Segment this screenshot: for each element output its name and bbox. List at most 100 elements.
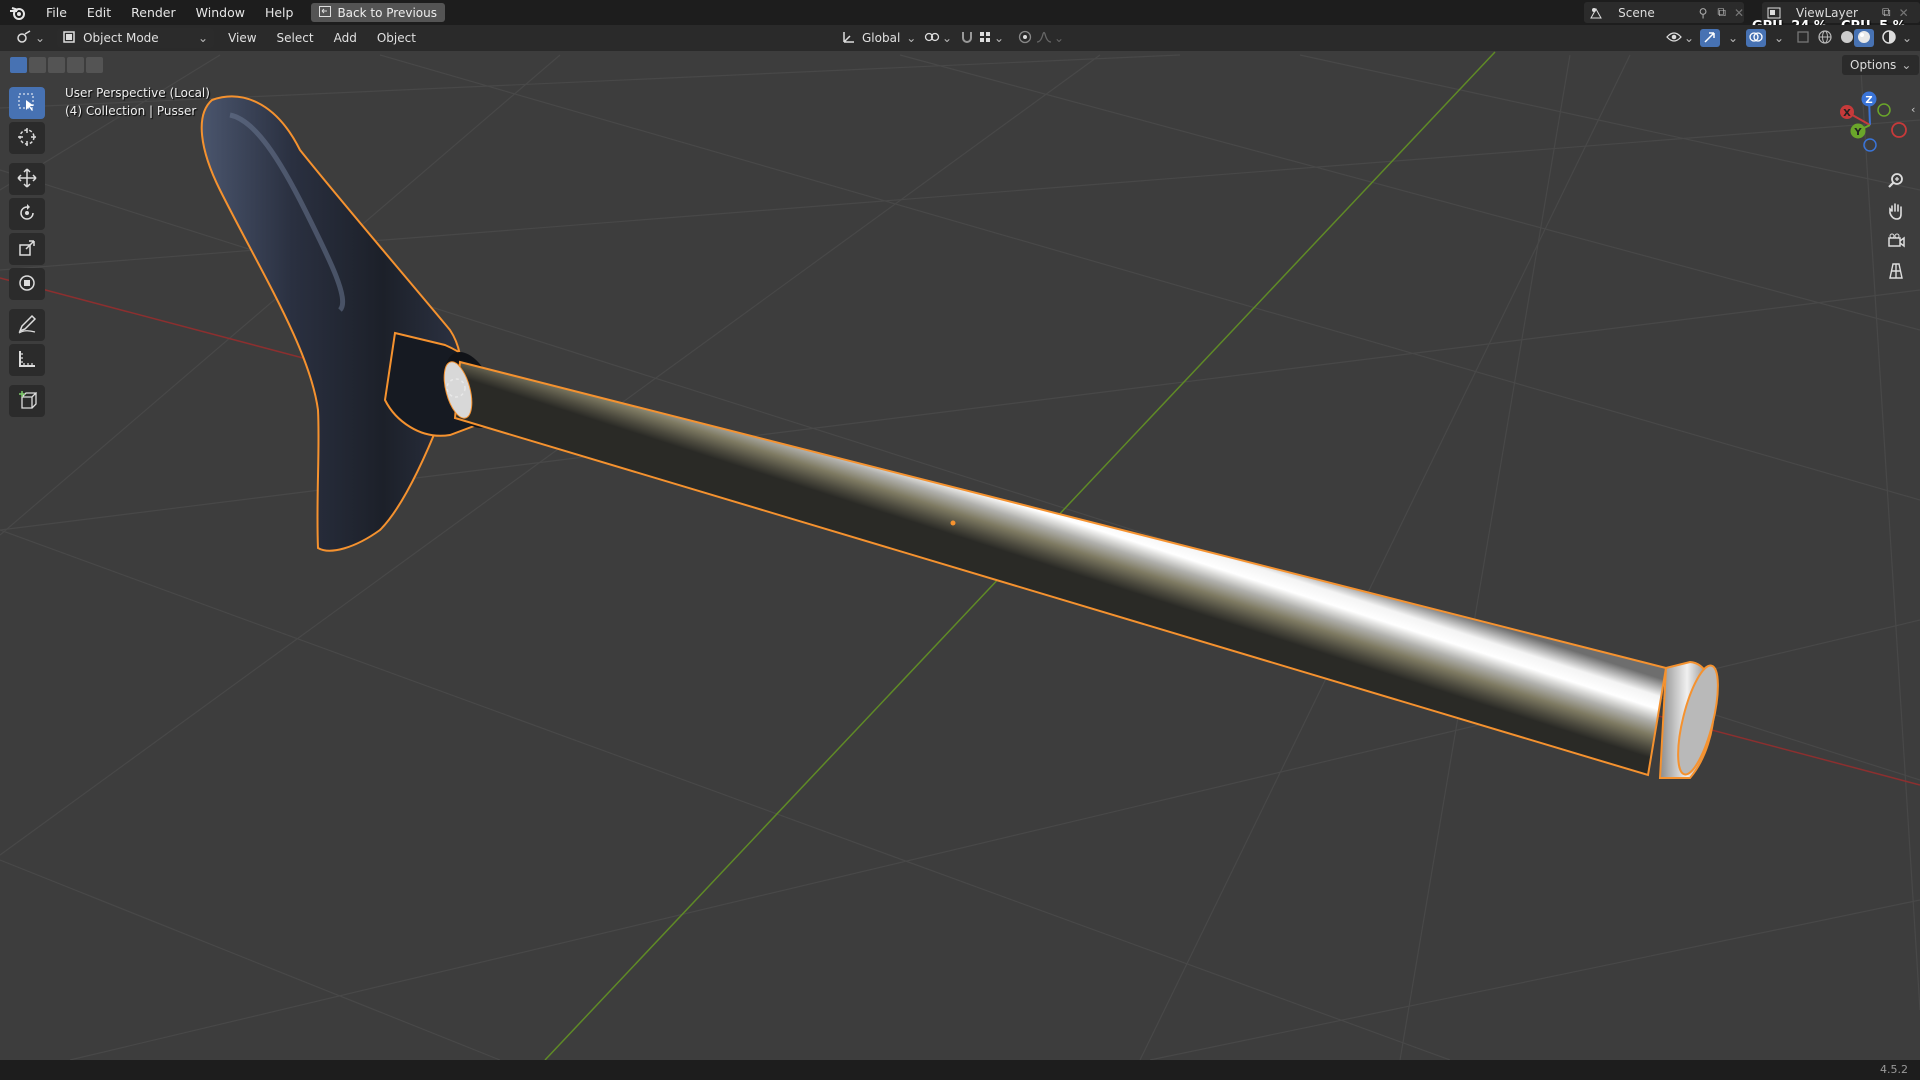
- material-sphere-icon: [1857, 30, 1871, 47]
- blender-logo-icon[interactable]: [0, 0, 36, 25]
- tool-shelf: [9, 87, 47, 420]
- xray-icon: [1796, 30, 1810, 47]
- add-cube-tool[interactable]: [9, 385, 45, 417]
- select-subtract-icon[interactable]: [48, 57, 65, 73]
- solid-sphere-icon: [1840, 30, 1854, 47]
- handle-mesh[interactable]: [200, 95, 462, 552]
- camera-view-button[interactable]: [1882, 228, 1910, 256]
- transform-orientation-dropdown[interactable]: Global ⌄: [836, 28, 922, 48]
- menu-render[interactable]: Render: [121, 0, 186, 25]
- grid-perspective-icon: [1887, 262, 1905, 283]
- remove-viewlayer-icon[interactable]: ✕: [1899, 6, 1909, 20]
- navigation-gizmo[interactable]: Z X Y: [1830, 85, 1910, 165]
- gizmo-z-label: Z: [1865, 95, 1872, 106]
- orientation-icon: [842, 30, 856, 47]
- viewport-scene: [0, 51, 1920, 1060]
- object-mode-icon: [63, 30, 75, 46]
- gizmo-arrow-icon: [1703, 30, 1717, 47]
- pan-button[interactable]: [1882, 198, 1910, 226]
- camera-icon: [1887, 232, 1905, 253]
- sidebar-toggle-icon[interactable]: ‹: [1911, 103, 1915, 116]
- chevron-down-icon: ⌄: [1054, 31, 1065, 45]
- overlays-dropdown[interactable]: ⌄: [1768, 28, 1790, 48]
- pivot-point-dropdown[interactable]: ⌄: [918, 28, 958, 48]
- gizmo-dropdown[interactable]: ⌄: [1722, 28, 1744, 48]
- select-intersect-icon[interactable]: [86, 57, 103, 73]
- scene-icon: [1584, 7, 1608, 19]
- back-screen-icon: [319, 5, 332, 20]
- scale-icon: [17, 238, 37, 261]
- perspective-label: User Perspective (Local): [65, 86, 210, 100]
- hand-icon: [1887, 202, 1905, 223]
- snap-grid-icon: [978, 30, 992, 47]
- 3d-viewport[interactable]: Z X Y: [0, 51, 1920, 1060]
- collection-label: (4) Collection | Pusser: [65, 104, 197, 118]
- scene-selector[interactable]: Scene ⚲ ⧉ ✕: [1584, 2, 1744, 23]
- version-label: 4.5.2: [1880, 1063, 1908, 1076]
- pivot-icon: [924, 30, 940, 47]
- options-dropdown[interactable]: Options ⌄: [1842, 55, 1920, 75]
- visibility-dropdown[interactable]: ⌄: [1660, 28, 1700, 48]
- measure-tool[interactable]: [9, 344, 45, 376]
- zoom-button[interactable]: [1882, 168, 1910, 196]
- options-label: Options: [1850, 58, 1897, 72]
- viewlayer-name: ViewLayer: [1796, 5, 1858, 20]
- proportional-falloff-dropdown[interactable]: ⌄: [1030, 28, 1070, 48]
- editor-type-button[interactable]: ⌄: [10, 28, 51, 48]
- menu-window[interactable]: Window: [186, 0, 255, 25]
- menu-file[interactable]: File: [36, 0, 77, 25]
- pin-icon[interactable]: ⚲: [1699, 6, 1708, 20]
- mode-label: Object Mode: [83, 31, 159, 45]
- move-icon: [17, 167, 37, 191]
- menu-help[interactable]: Help: [255, 0, 304, 25]
- overlays-toggle[interactable]: [1746, 29, 1766, 47]
- chevron-down-icon: ⌄: [198, 31, 209, 45]
- menu-select[interactable]: Select: [271, 28, 320, 48]
- magnifier-icon: [1887, 172, 1905, 193]
- chevron-down-icon: ⌄: [942, 31, 953, 45]
- shading-material-button[interactable]: [1854, 29, 1874, 47]
- viewlayer-icon: [1762, 7, 1786, 19]
- falloff-curve-icon: [1036, 30, 1052, 47]
- move-tool[interactable]: [9, 163, 45, 195]
- chevron-down-icon: ⌄: [1774, 31, 1785, 45]
- gizmo-y-label: Y: [1853, 127, 1862, 138]
- ruler-icon: [17, 349, 37, 372]
- transform-icon: [17, 273, 37, 296]
- gizmo-toggle[interactable]: [1700, 29, 1720, 47]
- new-scene-icon[interactable]: ⧉: [1717, 5, 1726, 20]
- overlays-icon: [1749, 30, 1763, 47]
- chevron-down-icon: ⌄: [1728, 31, 1739, 45]
- new-viewlayer-icon[interactable]: ⧉: [1882, 5, 1891, 20]
- shading-dropdown[interactable]: ⌄: [1896, 28, 1918, 48]
- scale-tool[interactable]: [9, 233, 45, 265]
- chevron-down-icon: ⌄: [1684, 31, 1695, 45]
- chevron-down-icon: ⌄: [1902, 31, 1913, 45]
- pencil-icon: [17, 314, 37, 337]
- mode-selector[interactable]: Object Mode ⌄: [57, 28, 215, 48]
- remove-scene-icon[interactable]: ✕: [1734, 6, 1744, 20]
- rod-mesh[interactable]: [453, 360, 1668, 777]
- select-new-icon[interactable]: [10, 57, 27, 73]
- select-box-tool[interactable]: [9, 87, 45, 119]
- select-box-icon: [17, 92, 37, 115]
- select-invert-icon[interactable]: [67, 57, 84, 73]
- object-origin: [950, 520, 956, 526]
- gizmo-x-label: X: [1843, 108, 1851, 119]
- menu-add[interactable]: Add: [328, 28, 363, 48]
- back-to-previous-button[interactable]: Back to Previous: [311, 3, 445, 22]
- menu-view[interactable]: View: [222, 28, 262, 48]
- annotate-tool[interactable]: [9, 309, 45, 341]
- select-extend-icon[interactable]: [29, 57, 46, 73]
- snap-target-dropdown[interactable]: ⌄: [972, 28, 1010, 48]
- rotate-tool[interactable]: [9, 198, 45, 230]
- transform-tool[interactable]: [9, 268, 45, 300]
- viewport-header: ⌄ Object Mode ⌄ View Select Add Object G…: [0, 25, 1920, 51]
- scene-name: Scene: [1618, 5, 1655, 20]
- perspective-toggle-button[interactable]: [1882, 258, 1910, 286]
- menu-edit[interactable]: Edit: [77, 0, 121, 25]
- view3d-editor-icon: [16, 29, 32, 47]
- eye-icon: [1666, 31, 1682, 46]
- cursor-tool[interactable]: [9, 122, 45, 154]
- menu-object[interactable]: Object: [371, 28, 422, 48]
